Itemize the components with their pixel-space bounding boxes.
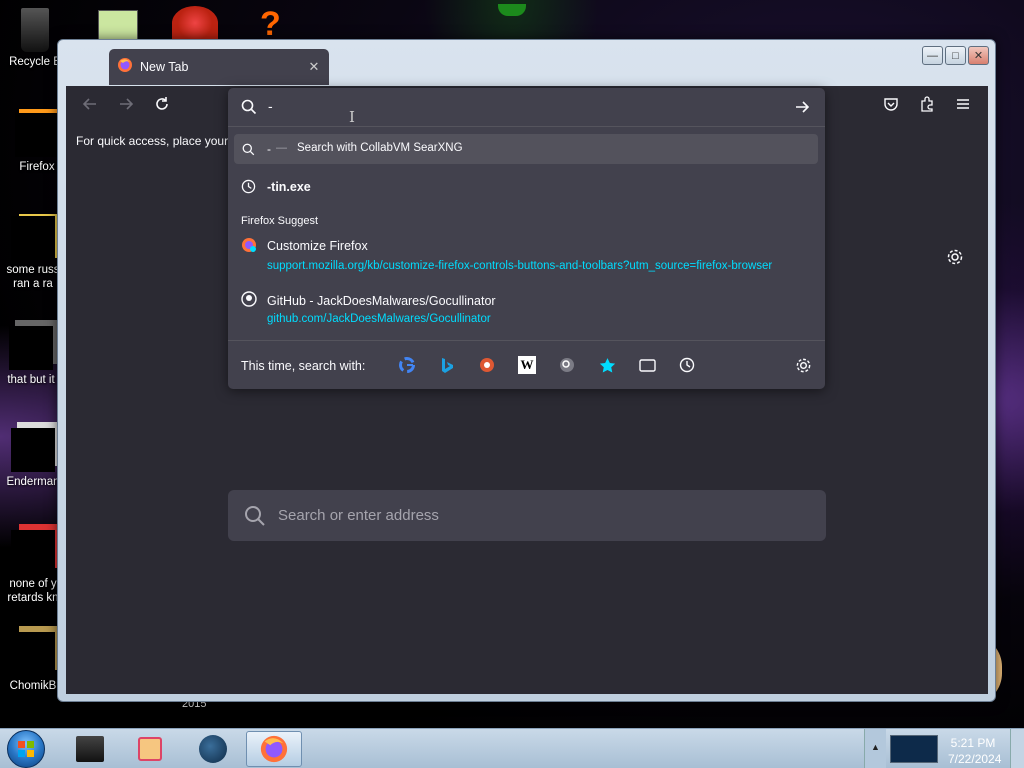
extensions-button[interactable] (916, 96, 938, 118)
suggestion-customize-firefox[interactable]: Customize Firefox support.mozilla.org/kb… (234, 233, 818, 277)
tabs-icon[interactable] (638, 356, 656, 374)
urlbar-typed-text: - (268, 98, 273, 114)
firefox-icon (260, 735, 288, 763)
wikipedia-icon[interactable]: W (518, 356, 536, 374)
tab-new-tab[interactable]: New Tab ✕ (109, 49, 329, 85)
suggestion-url: github.com/JackDoesMalwares/Gocullinator (267, 313, 491, 325)
bookmarks-icon[interactable] (598, 356, 616, 374)
folder-icon (9, 326, 53, 370)
desktop-icon-none-of[interactable]: none of y retards kn (2, 530, 64, 605)
urlbar-separator (228, 126, 825, 127)
pocket-button[interactable] (880, 96, 902, 118)
close-button[interactable]: ✕ (968, 46, 989, 65)
history-text: -tin.exe (267, 180, 311, 194)
menu-button[interactable] (952, 96, 974, 118)
windows-logo-icon (18, 741, 34, 757)
firefox-suggest-label: Firefox Suggest (241, 215, 319, 227)
minimize-button[interactable]: — (922, 46, 943, 65)
clock-time: 5:21 PM (950, 736, 996, 750)
puzzle-icon (921, 96, 933, 112)
google-icon[interactable] (398, 356, 416, 374)
search-icon (241, 99, 257, 115)
go-arrow-icon[interactable] (794, 99, 810, 115)
pocket-icon (884, 98, 898, 111)
searxng-icon[interactable] (558, 356, 576, 374)
taskbar: ▲ 5:21 PM 7/22/2024 (0, 728, 1024, 768)
one-off-search-bar: This time, search with: W (228, 340, 825, 389)
globe-icon (199, 735, 227, 763)
tab-close-icon[interactable]: ✕ (307, 59, 321, 75)
firefox-icon (15, 113, 59, 157)
start-button[interactable] (7, 730, 45, 768)
text-cursor-icon: I (349, 108, 355, 126)
firefox-icon (117, 57, 133, 78)
clock-date: 7/22/2024 (948, 752, 1002, 766)
suggestion-dash: — (276, 142, 287, 154)
suggestion-prefix: - (267, 142, 271, 156)
app-box-icon (76, 736, 104, 762)
show-hidden-icons-button[interactable]: ▲ (864, 729, 886, 768)
file-icon (11, 428, 55, 472)
github-icon (241, 291, 257, 307)
desktop-icon-top-2[interactable] (172, 6, 218, 40)
media-player-icon (138, 737, 162, 761)
taskbar-app-1[interactable] (62, 731, 118, 767)
desktop-icon-that-but[interactable]: that but it (0, 326, 62, 387)
history-clock-icon (241, 179, 256, 194)
search-icon (242, 143, 255, 156)
desktop-icon-enderman[interactable]: Enderman (2, 428, 64, 489)
tab-title: New Tab (140, 60, 189, 74)
file-icon (11, 632, 55, 676)
taskbar-app-3[interactable] (185, 731, 241, 767)
suggestion-title: GitHub - JackDoesMalwares/Gocullinator (267, 294, 496, 308)
clock[interactable]: 5:21 PM 7/22/2024 (944, 733, 1002, 768)
suggestion-search-searxng[interactable]: - — Search with CollabVM SearXNG (234, 134, 818, 164)
reload-icon (156, 97, 168, 110)
file-icon (11, 216, 55, 260)
system-tray: ▲ 5:21 PM 7/22/2024 (864, 729, 1024, 768)
maximize-button[interactable]: □ (945, 46, 966, 65)
one-off-label: This time, search with: (241, 359, 366, 373)
urlbar-input[interactable]: - I (228, 88, 825, 126)
desktop-icon-top-3[interactable]: ? (260, 7, 296, 41)
suggestion-text: Search with CollabVM SearXNG (297, 142, 463, 154)
desktop-icon-top-1[interactable] (98, 10, 138, 40)
personalize-button[interactable] (946, 248, 964, 271)
duckduckgo-icon[interactable] (478, 356, 496, 374)
recycle-bin-icon (21, 8, 49, 52)
suggestion-history[interactable]: -tin.exe (234, 173, 818, 201)
window-controls: — □ ✕ (922, 46, 989, 65)
forward-arrow-icon (120, 98, 134, 110)
taskbar-firefox[interactable] (246, 731, 302, 767)
back-button[interactable] (79, 96, 101, 118)
desktop-icon-chomik[interactable]: ChomikB (2, 632, 64, 693)
firefox-icon (242, 238, 256, 252)
desktop-icon-russ[interactable]: some russ ran a ra (2, 216, 64, 291)
forward-button[interactable] (115, 96, 137, 118)
search-settings-gear-icon[interactable] (794, 356, 812, 374)
network-icon[interactable] (890, 735, 938, 763)
suggestion-url: support.mozilla.org/kb/customize-firefox… (267, 260, 773, 272)
search-icon (245, 505, 265, 526)
taskbar-media-player[interactable] (122, 731, 178, 767)
show-desktop-button[interactable] (1010, 729, 1024, 768)
reload-button[interactable] (151, 96, 173, 118)
gear-icon (947, 249, 963, 265)
urlbar-dropdown: - I - — Search with CollabVM SearXNG -ti… (228, 88, 825, 389)
chevron-up-icon: ▲ (871, 742, 880, 752)
file-icon (11, 530, 55, 574)
hamburger-menu-icon (957, 99, 969, 109)
bing-icon[interactable] (438, 356, 456, 374)
content-search-box[interactable] (228, 490, 826, 541)
content-search-input[interactable] (278, 507, 798, 524)
back-arrow-icon (82, 98, 96, 110)
suggestion-github[interactable]: GitHub - JackDoesMalwares/Gocullinator g… (234, 287, 818, 331)
suggestion-title: Customize Firefox (267, 239, 368, 253)
history-icon[interactable] (678, 356, 696, 374)
